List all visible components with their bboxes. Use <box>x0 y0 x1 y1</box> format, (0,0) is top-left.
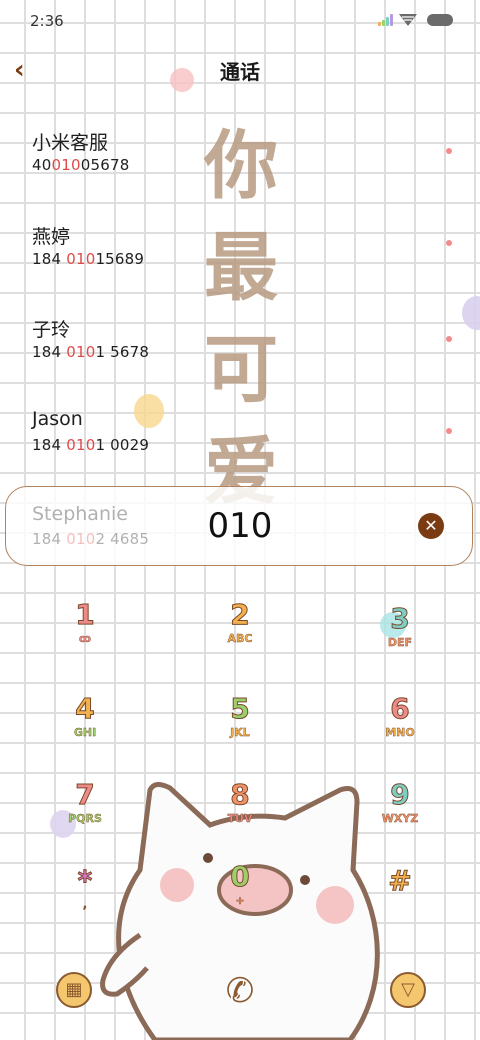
key-2[interactable]: 2 ABC <box>195 598 285 670</box>
key-3[interactable]: 3 DEF <box>355 602 445 674</box>
key-letters: JKL <box>230 726 250 739</box>
decor-dot <box>446 336 452 342</box>
contact-name: 小米客服 <box>32 132 109 154</box>
key-6[interactable]: 6 MNO <box>355 692 445 764</box>
signal-icon <box>378 14 396 26</box>
key-letters: DEF <box>387 636 413 649</box>
wifi-icon <box>399 14 417 26</box>
keypad-toggle-button[interactable]: ▦ <box>56 972 92 1008</box>
key-digit: 8 <box>230 778 250 811</box>
decor-dot <box>446 148 452 154</box>
contact-name: Jason <box>32 408 83 430</box>
battery-icon <box>427 14 453 26</box>
key-digit: * <box>77 864 93 897</box>
sim-select-icon: ▽ <box>401 979 415 1000</box>
key-digit: 7 <box>75 778 95 811</box>
key-hash[interactable]: # <box>355 864 445 936</box>
key-digit: 6 <box>390 692 410 725</box>
decor-dot <box>462 296 480 330</box>
decor-dot <box>446 428 452 434</box>
key-letters: PQRS <box>68 812 102 825</box>
contact-item[interactable] <box>20 212 440 282</box>
contact-name: 燕婷 <box>32 226 71 248</box>
key-0[interactable]: 0 + <box>195 860 285 932</box>
contact-number: 4001005678 <box>32 156 130 174</box>
sim-select-button[interactable]: ▽ <box>390 972 426 1008</box>
key-letters: + <box>235 894 245 907</box>
key-letters: ABC <box>227 632 253 645</box>
contact-number: 184 01015689 <box>32 250 145 268</box>
key-digit: 4 <box>75 692 95 725</box>
key-7[interactable]: 7 PQRS <box>40 778 130 850</box>
dial-number-display[interactable]: 010 <box>0 506 480 546</box>
contact-name: 子玲 <box>32 319 71 341</box>
clear-button[interactable]: ✕ <box>418 513 444 539</box>
key-star[interactable]: * , <box>40 864 130 936</box>
contact-number: 184 0101 0029 <box>32 436 150 454</box>
key-digit: 2 <box>230 598 250 631</box>
key-letters: WXYZ <box>381 812 419 825</box>
page-title: 通话 <box>220 60 260 84</box>
key-digit: 5 <box>230 692 250 725</box>
contact-item[interactable] <box>20 398 440 468</box>
key-digit: 0 <box>230 860 250 893</box>
key-digit: 9 <box>390 778 410 811</box>
contact-item[interactable] <box>20 305 440 375</box>
key-9[interactable]: 9 WXYZ <box>355 778 445 850</box>
phone-call-icon: ✆ <box>225 971 255 1011</box>
key-4[interactable]: 4 GHI <box>40 692 130 764</box>
key-letters: , <box>82 898 88 911</box>
key-digit: # <box>388 864 412 897</box>
key-letters: TUV <box>227 812 253 825</box>
call-button[interactable]: ✆ <box>220 968 260 1014</box>
key-digit: 1 <box>75 598 95 631</box>
key-letters: GHI <box>73 726 97 739</box>
keypad-toggle-icon: ▦ <box>65 979 83 1000</box>
key-digit: 3 <box>390 602 410 635</box>
key-8[interactable]: 8 TUV <box>195 778 285 850</box>
contact-number: 184 0101 5678 <box>32 343 150 361</box>
key-1[interactable]: 1 ꝏ <box>40 598 130 670</box>
status-time: 2:36 <box>30 12 64 30</box>
key-letters: MNO <box>385 726 415 739</box>
voicemail-icon: ꝏ <box>78 632 92 645</box>
key-5[interactable]: 5 JKL <box>195 692 285 764</box>
clear-icon: ✕ <box>424 516 438 535</box>
decor-dot <box>446 240 452 246</box>
